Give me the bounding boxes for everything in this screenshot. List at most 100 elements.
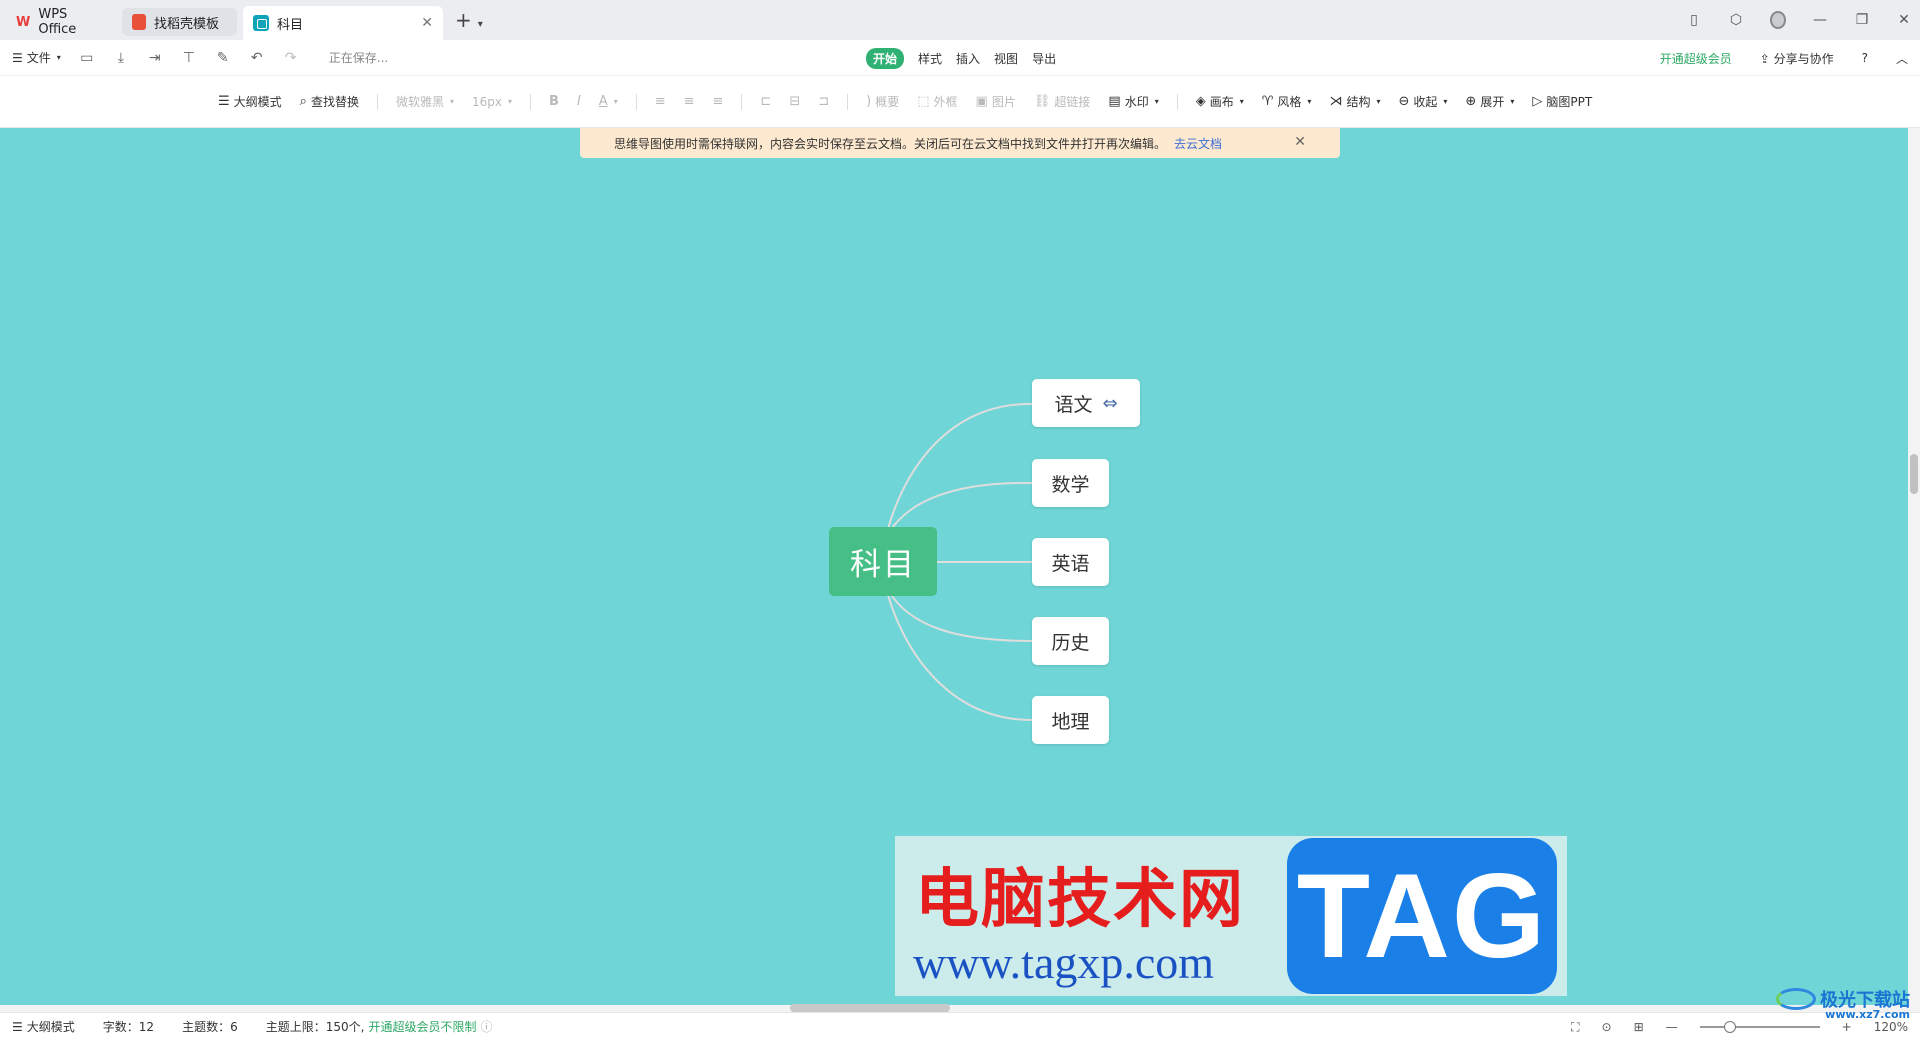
download-icon[interactable]: ⤓ [113, 50, 129, 66]
topic-label: 数学 [1051, 473, 1090, 496]
saving-status: 正在保存... [328, 51, 389, 65]
info-icon[interactable]: ⓘ [480, 1018, 492, 1035]
hyperlink-button[interactable]: ⛓ 超链接 [1034, 93, 1091, 110]
mindmap-canvas[interactable]: 思维导图使用时需保持联网，内容会实时保存至云文档。关闭后可在云文档中找到文件并打… [0, 128, 1908, 1005]
divider [376, 93, 378, 110]
bold-button[interactable]: B [549, 94, 559, 109]
structure-button[interactable]: ⋊ 结构 ▾ [1329, 93, 1380, 110]
fit-screen-icon[interactable]: ⛶ [1571, 1020, 1579, 1035]
cube-icon[interactable]: ⬡ [1728, 12, 1744, 28]
italic-icon: I [576, 94, 581, 109]
tab-style[interactable]: 样式 [918, 50, 942, 67]
save-icon[interactable]: ▭ [79, 50, 95, 66]
help-icon[interactable]: ? [1862, 51, 1868, 65]
outline-icon: ☰ [218, 94, 230, 109]
close-tab-icon[interactable]: ✕ [421, 15, 433, 31]
avatar[interactable] [1770, 11, 1786, 29]
map-icon[interactable]: ⊞ [1634, 1020, 1644, 1034]
minimize-icon[interactable]: — [1812, 12, 1828, 28]
child-topic[interactable]: 历史 [1032, 617, 1109, 665]
vip-link[interactable]: 开通超级会员 [1660, 50, 1732, 67]
font-color-icon: A [598, 94, 608, 109]
insert-child-button[interactable]: ⊏ [760, 94, 771, 109]
child-topic[interactable]: 数学 [1032, 459, 1109, 507]
canvas-button[interactable]: ◈ 画布 ▾ [1196, 93, 1244, 110]
child-topic[interactable]: 英语 [1032, 538, 1109, 586]
mindmap-icon [253, 15, 269, 31]
image-button[interactable]: ▣ 图片 [976, 93, 1016, 110]
pen-icon[interactable]: ✎ [215, 50, 231, 66]
undo-icon[interactable]: ↶ [249, 50, 265, 66]
redo-icon[interactable]: ↷ [283, 50, 299, 66]
collapse-ribbon-icon[interactable]: ︿ [1896, 50, 1908, 67]
insert-parent-button[interactable]: ⊐ [818, 94, 829, 109]
child-topic[interactable]: 地理 [1032, 696, 1109, 744]
child-topic[interactable]: 语文 ⇔ [1032, 379, 1140, 427]
horizontal-scrollbar[interactable] [790, 1004, 950, 1012]
tab-label: 找稻壳模板 [154, 16, 220, 32]
root-topic[interactable]: 科目 [829, 527, 937, 596]
align-right-button[interactable]: ≡ [713, 94, 724, 109]
expand-button[interactable]: ⊕ 展开 ▾ [1465, 93, 1514, 110]
tab-start[interactable]: 开始 [866, 47, 905, 69]
zoom-slider-handle[interactable] [1723, 1021, 1736, 1033]
zoom-in-icon[interactable]: + [1842, 1020, 1852, 1034]
minus-circle-icon: ⊖ [1398, 94, 1410, 109]
font-size-select[interactable]: 16px ▾ [472, 95, 512, 109]
plus-circle-icon: ⊕ [1465, 94, 1477, 109]
mindmap-ppt-button[interactable]: ▷ 脑图PPT [1532, 93, 1592, 110]
link-icon: ⛓ [1033, 94, 1051, 109]
bold-icon: B [549, 94, 559, 109]
font-family-select[interactable]: 微软雅黑 ▾ [396, 93, 454, 110]
tab-view[interactable]: 视图 [994, 50, 1018, 67]
frame-label: 外框 [933, 95, 958, 109]
chevron-down-icon: ▾ [449, 97, 454, 106]
vertical-scrollbar[interactable] [1910, 454, 1918, 494]
find-replace-button[interactable]: ⌕ 查找替换 [300, 93, 359, 110]
italic-button[interactable]: I [577, 94, 581, 109]
insert-sibling-button[interactable]: ⊟ [789, 94, 800, 109]
close-window-icon[interactable]: ✕ [1896, 12, 1912, 28]
topic-limit: 主题上限：150个, 开通超级会员不限制 ⓘ [266, 1018, 493, 1035]
restore-icon[interactable]: ❐ [1854, 12, 1870, 28]
outline-label: 大纲模式 [233, 95, 282, 109]
divider [847, 93, 849, 110]
new-tab-icon[interactable]: + [455, 8, 472, 32]
link-icon[interactable]: ⇔ [1102, 393, 1117, 414]
font-size-value: 16px [472, 94, 502, 109]
tab-mindmap[interactable]: 科目 ✕ [243, 6, 443, 40]
canvas-label: 画布 [1209, 95, 1234, 109]
zoom-slider[interactable] [1699, 1021, 1820, 1033]
font-color-button[interactable]: A ▾ [599, 94, 618, 109]
share-button[interactable]: ⇪ 分享与协作 [1760, 50, 1834, 67]
ribbon-tabs: 开始 样式 插入 视图 导出 [866, 40, 1056, 76]
chevron-down-icon[interactable]: ▾ [478, 19, 483, 30]
sidebar-toggle-icon[interactable]: ▯ [1686, 12, 1702, 28]
tab-template[interactable]: 找稻壳模板 [122, 8, 237, 36]
export-icon[interactable]: ⇥ [147, 50, 163, 66]
outline-mode-button[interactable]: ☰ 大纲模式 [218, 93, 282, 110]
chevron-down-icon: ▾ [1376, 97, 1381, 106]
align-left-button[interactable]: ≡ [655, 94, 666, 109]
summary-button[interactable]: ) 概要 [866, 93, 899, 110]
zoom-out-icon[interactable]: — [1666, 1020, 1678, 1034]
format-painter-icon[interactable]: ⊤ [181, 50, 197, 66]
watermark-button[interactable]: ▤ 水印 ▾ [1108, 93, 1158, 110]
collapse-button[interactable]: ⊖ 收起 ▾ [1398, 93, 1447, 110]
outline-mode-toggle[interactable]: ☰ 大纲模式 [12, 1018, 75, 1035]
chevron-down-icon: ▾ [508, 97, 513, 106]
topic-label: 历史 [1051, 631, 1090, 654]
locate-icon[interactable]: ⊙ [1602, 1020, 1612, 1034]
mindmap-ppt-label: 脑图PPT [1546, 95, 1593, 109]
vip-unlimited-link[interactable]: 开通超级会员不限制 [368, 1018, 476, 1035]
tab-bar: W WPS Office 找稻壳模板 科目 ✕ + ▾ ▯ ⬡ — ❐ ✕ [0, 0, 1920, 40]
tab-wps-office[interactable]: W WPS Office [6, 7, 116, 37]
share-label: 分享与协作 [1773, 51, 1834, 66]
tab-export[interactable]: 导出 [1032, 50, 1056, 67]
frame-button[interactable]: ⬚ 外框 [917, 93, 957, 110]
file-menu-button[interactable]: ☰ 文件 ▾ [12, 49, 61, 66]
align-center-button[interactable]: ≡ [684, 94, 695, 109]
outline-label: 大纲模式 [26, 1020, 75, 1034]
tab-insert[interactable]: 插入 [956, 50, 980, 67]
style-button[interactable]: ♈ 风格 ▾ [1262, 93, 1312, 110]
